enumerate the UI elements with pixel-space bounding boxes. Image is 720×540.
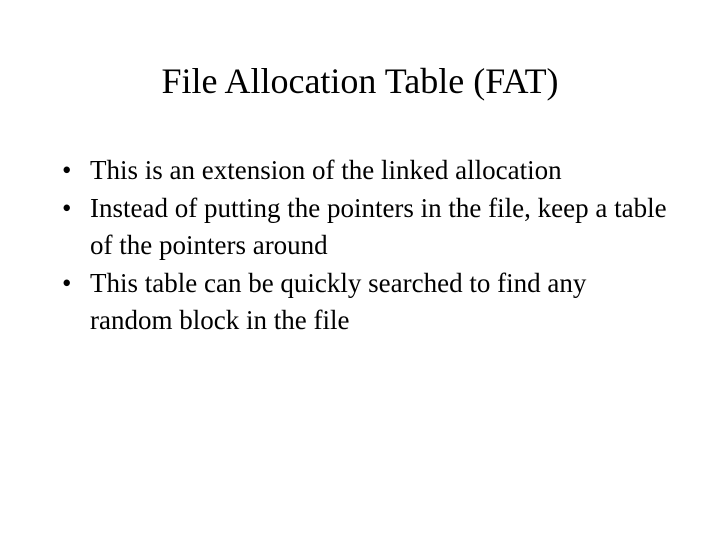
bullet-item: This is an extension of the linked alloc… [60, 152, 670, 188]
slide-title: File Allocation Table (FAT) [50, 60, 670, 102]
bullet-item: This table can be quickly searched to fi… [60, 265, 670, 338]
bullet-item: Instead of putting the pointers in the f… [60, 190, 670, 263]
bullet-list: This is an extension of the linked alloc… [50, 152, 670, 338]
